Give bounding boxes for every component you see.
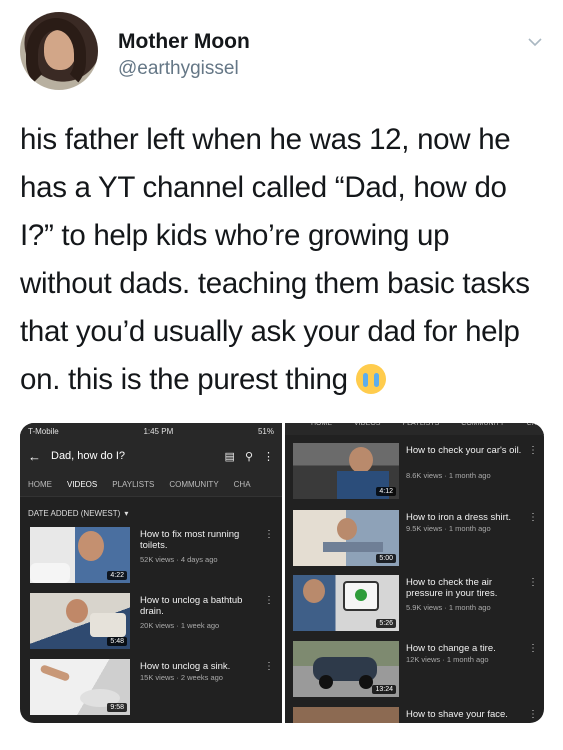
more-vert-icon[interactable]: ⋮: [264, 595, 274, 606]
left-screenshot[interactable]: T-Mobile 1:45 PM 51% ← Dad, how do I? ▤ …: [20, 423, 282, 723]
time-label: 1:45 PM: [143, 426, 174, 436]
display-name[interactable]: Mother Moon: [118, 30, 250, 54]
search-icon[interactable]: ⚲: [245, 450, 253, 463]
cast-icon[interactable]: ▤: [225, 450, 235, 463]
more-vert-icon[interactable]: ⋮: [264, 529, 274, 540]
video-duration: 5:26: [376, 619, 396, 628]
caret-down-icon: ▾: [124, 508, 129, 518]
video-thumbnail[interactable]: 13:24: [293, 641, 399, 697]
video-meta: 8.6K views · 1 month ago: [406, 471, 491, 480]
tab-videos[interactable]: VIDEOS: [67, 480, 97, 489]
video-title[interactable]: How to unclog a sink.: [140, 661, 255, 672]
video-row[interactable]: How to shave your face. ⋮: [285, 707, 544, 723]
loudly-crying-face-icon: [355, 364, 386, 394]
video-row[interactable]: 4:12 How to check your car's oil. 8.6K v…: [285, 443, 544, 505]
video-title[interactable]: How to change a tire.: [406, 643, 524, 654]
right-screenshot[interactable]: HOME VIDEOS PLAYLISTS COMMUNITY CH 4:12 …: [285, 423, 544, 723]
more-vert-icon[interactable]: ⋮: [528, 643, 538, 654]
video-row[interactable]: 4:22 How to fix most running toilets. 52…: [20, 527, 282, 587]
video-title[interactable]: How to shave your face.: [406, 709, 524, 720]
video-title[interactable]: How to unclog a bathtub drain.: [140, 595, 255, 617]
video-duration: 5:48: [107, 637, 127, 646]
sort-label: DATE ADDED (NEWEST): [28, 508, 121, 518]
video-duration: 4:22: [107, 571, 127, 580]
video-title[interactable]: How to check the air pressure in your ti…: [406, 577, 524, 599]
video-row[interactable]: 5:00 How to iron a dress shirt. 9.5K vie…: [285, 510, 544, 572]
video-row[interactable]: 9:58 How to unclog a sink. 15K views · 2…: [20, 659, 282, 719]
back-arrow-icon[interactable]: ←: [28, 449, 41, 464]
tab-home[interactable]: HOME: [28, 480, 52, 489]
carrier-label: T-Mobile: [28, 426, 59, 436]
channel-title: Dad, how do I?: [51, 450, 125, 462]
chevron-down-icon[interactable]: [527, 34, 543, 50]
video-thumbnail[interactable]: 5:26: [293, 575, 399, 631]
video-title[interactable]: How to fix most running toilets.: [140, 529, 255, 551]
video-title[interactable]: How to iron a dress shirt.: [406, 512, 524, 523]
more-vert-icon[interactable]: ⋮: [528, 445, 538, 456]
tab-home[interactable]: HOME: [311, 423, 332, 435]
tab-playlists[interactable]: PLAYLISTS: [112, 480, 154, 489]
video-row[interactable]: 5:48 How to unclog a bathtub drain. 20K …: [20, 593, 282, 653]
video-meta: 12K views · 1 month ago: [406, 655, 489, 664]
tab-community[interactable]: COMMUNITY: [169, 480, 218, 489]
tweet-text: his father left when he was 12, now he h…: [20, 116, 548, 404]
video-thumbnail[interactable]: 4:12: [293, 443, 399, 499]
tweet-media[interactable]: T-Mobile 1:45 PM 51% ← Dad, how do I? ▤ …: [20, 423, 544, 723]
video-meta: 9.5K views · 1 month ago: [406, 524, 491, 533]
channel-tabs: HOME VIDEOS PLAYLISTS COMMUNITY CHA: [20, 473, 282, 497]
video-meta: 52K views · 4 days ago: [140, 555, 218, 564]
video-meta: 20K views · 1 week ago: [140, 621, 220, 630]
channel-tabs: HOME VIDEOS PLAYLISTS COMMUNITY CH: [285, 423, 544, 435]
video-meta: 5.9K views · 1 month ago: [406, 603, 491, 612]
yt-topbar: ← Dad, how do I? ▤ ⚲ ⋮: [20, 439, 282, 473]
sort-dropdown[interactable]: DATE ADDED (NEWEST) ▾: [20, 503, 282, 523]
more-vert-icon[interactable]: ⋮: [528, 709, 538, 720]
video-duration: 13:24: [372, 685, 396, 694]
tab-channels[interactable]: CHA: [234, 480, 251, 489]
more-vert-icon[interactable]: ⋮: [528, 577, 538, 588]
tab-playlists[interactable]: PLAYLISTS: [402, 423, 439, 435]
video-duration: 5:00: [376, 554, 396, 563]
user-handle[interactable]: @earthygissel: [118, 58, 239, 80]
video-meta: 15K views · 2 weeks ago: [140, 673, 223, 682]
video-row[interactable]: 5:26 How to check the air pressure in yo…: [285, 575, 544, 637]
phone-status-bar: T-Mobile 1:45 PM 51%: [20, 423, 282, 439]
video-thumbnail[interactable]: 5:00: [293, 510, 399, 566]
more-vert-icon[interactable]: ⋮: [263, 450, 274, 463]
battery-label: 51%: [257, 426, 274, 436]
tab-channels[interactable]: CH: [526, 423, 536, 435]
video-thumbnail[interactable]: [293, 707, 399, 723]
more-vert-icon[interactable]: ⋮: [528, 512, 538, 523]
video-title[interactable]: How to check your car's oil.: [406, 445, 524, 456]
tab-community[interactable]: COMMUNITY: [461, 423, 504, 435]
tweet-header: Mother Moon @earthygissel: [20, 12, 543, 92]
tweet-body: his father left when he was 12, now he h…: [20, 123, 530, 396]
video-duration: 4:12: [376, 487, 396, 496]
avatar[interactable]: [20, 12, 98, 90]
video-thumbnail[interactable]: 9:58: [30, 659, 130, 715]
video-duration: 9:58: [107, 703, 127, 712]
video-thumbnail[interactable]: 4:22: [30, 527, 130, 583]
video-row[interactable]: 13:24 How to change a tire. 12K views · …: [285, 641, 544, 703]
more-vert-icon[interactable]: ⋮: [264, 661, 274, 672]
video-thumbnail[interactable]: 5:48: [30, 593, 130, 649]
tab-videos[interactable]: VIDEOS: [354, 423, 380, 435]
